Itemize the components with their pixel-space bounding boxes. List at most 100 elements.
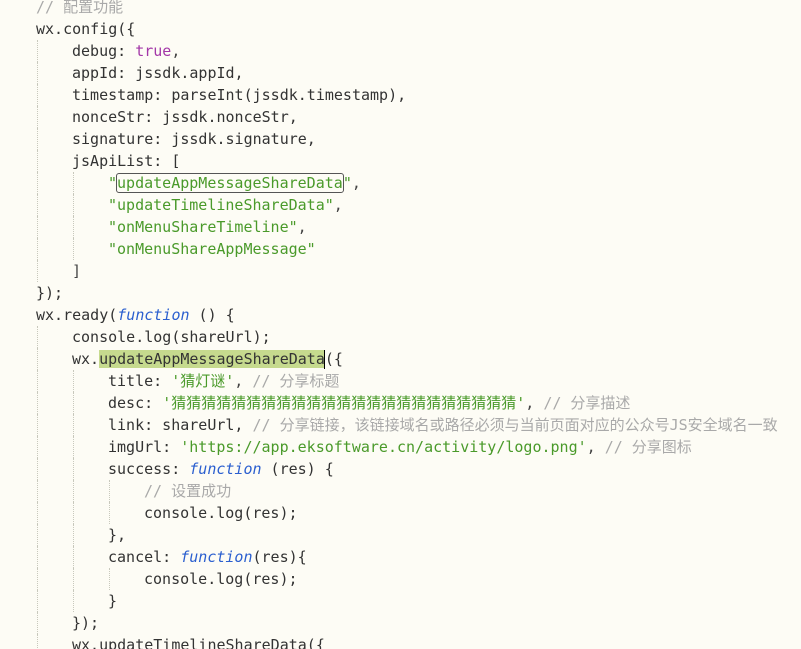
code-token: () { — [189, 306, 235, 324]
code-line[interactable]: } — [108, 590, 117, 612]
code-token: // 分享描述 — [543, 394, 631, 412]
indent-guide — [37, 414, 38, 436]
code-token: // 配置功能 — [36, 0, 124, 16]
code-line[interactable]: }); — [72, 612, 99, 634]
code-token: link: shareUrl, — [108, 416, 253, 434]
code-line[interactable]: cancel: function(res){ — [108, 546, 307, 568]
code-line[interactable]: debug: true, — [72, 40, 180, 62]
code-token: , — [351, 174, 361, 192]
code-line[interactable]: "updateAppMessageShareData", — [108, 172, 361, 194]
indent-guide — [37, 172, 38, 194]
code-line[interactable]: desc: '猜猜猜猜猜猜猜猜猜猜猜猜猜猜猜猜猜猜猜猜猜猜猜', // 分享描述 — [108, 392, 630, 414]
code-token: , — [333, 196, 343, 214]
code-token: "onMenuShareAppMessage" — [108, 240, 316, 258]
indent-guide — [73, 194, 74, 216]
code-line[interactable]: signature: jssdk.signature, — [72, 128, 316, 150]
code-line[interactable]: title: '猜灯谜', // 分享标题 — [108, 370, 339, 392]
code-token: signature: jssdk.signature, — [72, 130, 316, 148]
code-line[interactable]: appId: jssdk.appId, — [72, 62, 244, 84]
code-line[interactable]: "updateTimelineShareData", — [108, 194, 343, 216]
code-line[interactable]: }, — [108, 524, 126, 546]
code-line[interactable]: nonceStr: jssdk.nonceStr, — [72, 106, 298, 128]
code-line[interactable]: // 配置功能 — [36, 0, 123, 18]
indent-guide — [37, 612, 38, 634]
indent-guide — [73, 524, 74, 546]
code-token: // 设置成功 — [144, 482, 232, 500]
code-line[interactable]: console.log(res); — [144, 568, 298, 590]
indent-guide — [37, 150, 38, 172]
code-token: debug: — [72, 42, 136, 60]
indent-guide — [37, 546, 38, 568]
selected-text: updateAppMessageShareData — [99, 350, 325, 368]
code-token: ({ — [324, 350, 343, 368]
code-editor[interactable]: // 配置功能 wx.config({debug: true, appId: jss… — [0, 0, 801, 649]
indent-guide — [37, 326, 38, 348]
code-line[interactable]: // 设置成功 — [144, 480, 231, 502]
indent-guide — [37, 458, 38, 480]
code-token: appId: jssdk.appId, — [72, 64, 244, 82]
code-token: , — [234, 372, 253, 390]
code-line[interactable]: timestamp: parseInt(jssdk.timestamp), — [72, 84, 406, 106]
indent-guide — [73, 414, 74, 436]
code-token: true — [135, 42, 172, 60]
code-token: }); — [36, 284, 64, 302]
indent-guide — [73, 502, 74, 524]
indent-guide — [37, 568, 38, 590]
code-line[interactable]: imgUrl: 'https://app.eksoftware.cn/activ… — [108, 436, 692, 458]
code-line[interactable]: "onMenuShareAppMessage" — [108, 238, 316, 260]
code-token: , — [525, 394, 544, 412]
code-line[interactable]: wx.updateTimelineShareData({ — [72, 634, 325, 649]
code-line[interactable]: }); — [36, 282, 63, 304]
indent-guide — [37, 392, 38, 414]
indent-guide — [73, 546, 74, 568]
indent-guide — [37, 128, 38, 150]
indent-guide — [37, 480, 38, 502]
code-line[interactable]: "onMenuShareTimeline", — [108, 216, 307, 238]
indent-guide — [73, 238, 74, 260]
code-line[interactable]: success: function (res) { — [108, 458, 334, 480]
code-token: (res){ — [252, 548, 307, 566]
code-token: "onMenuShareTimeline" — [108, 218, 298, 236]
indent-guide — [73, 590, 74, 612]
indent-guide — [109, 568, 110, 590]
code-line[interactable]: wx.updateAppMessageShareData({ — [72, 348, 343, 370]
code-token: function — [117, 306, 190, 324]
code-token: success: — [108, 460, 190, 478]
code-token: ] — [72, 262, 82, 280]
search-match-highlight: updateAppMessageShareData — [116, 173, 344, 193]
indent-guide — [73, 436, 74, 458]
code-line[interactable]: wx.config({ — [36, 18, 135, 40]
indent-guide — [73, 370, 74, 392]
indent-guide — [37, 436, 38, 458]
code-line[interactable]: ] — [72, 260, 81, 282]
indent-guide — [37, 634, 38, 649]
code-token: // 分享链接，该链接域名或路径必须与当前页面对应的公众号JS安全域名一致 — [252, 416, 778, 434]
code-token: console.log(res); — [144, 570, 298, 588]
code-token: imgUrl: — [108, 438, 181, 456]
code-token: // 分享图标 — [604, 438, 692, 456]
indent-guide — [73, 172, 74, 194]
code-line[interactable]: wx.ready(function () { — [36, 304, 235, 326]
code-token: wx. — [72, 350, 100, 368]
code-line[interactable]: jsApiList: [ — [72, 150, 180, 172]
code-token: // 分享标题 — [252, 372, 340, 390]
code-token: timestamp: parseInt(jssdk.timestamp), — [72, 86, 407, 104]
indent-guide — [37, 260, 38, 282]
code-token: "updateTimelineShareData" — [108, 196, 334, 214]
code-token: " — [108, 174, 118, 192]
indent-guide — [37, 194, 38, 216]
code-token: '猜灯谜' — [171, 372, 235, 390]
code-line[interactable]: link: shareUrl, // 分享链接，该链接域名或路径必须与当前页面对… — [108, 414, 778, 436]
indent-guide — [73, 392, 74, 414]
indent-guide — [37, 524, 38, 546]
indent-guide — [37, 40, 38, 62]
code-token: (res) { — [261, 460, 334, 478]
code-line[interactable]: console.log(res); — [144, 502, 298, 524]
code-token: function — [189, 460, 262, 478]
code-line[interactable]: console.log(shareUrl); — [72, 326, 271, 348]
indent-guide — [37, 216, 38, 238]
code-token: wx.updateTimelineShareData({ — [72, 636, 325, 649]
code-token: cancel: — [108, 548, 181, 566]
indent-guide — [73, 216, 74, 238]
code-token: }); — [72, 614, 100, 632]
